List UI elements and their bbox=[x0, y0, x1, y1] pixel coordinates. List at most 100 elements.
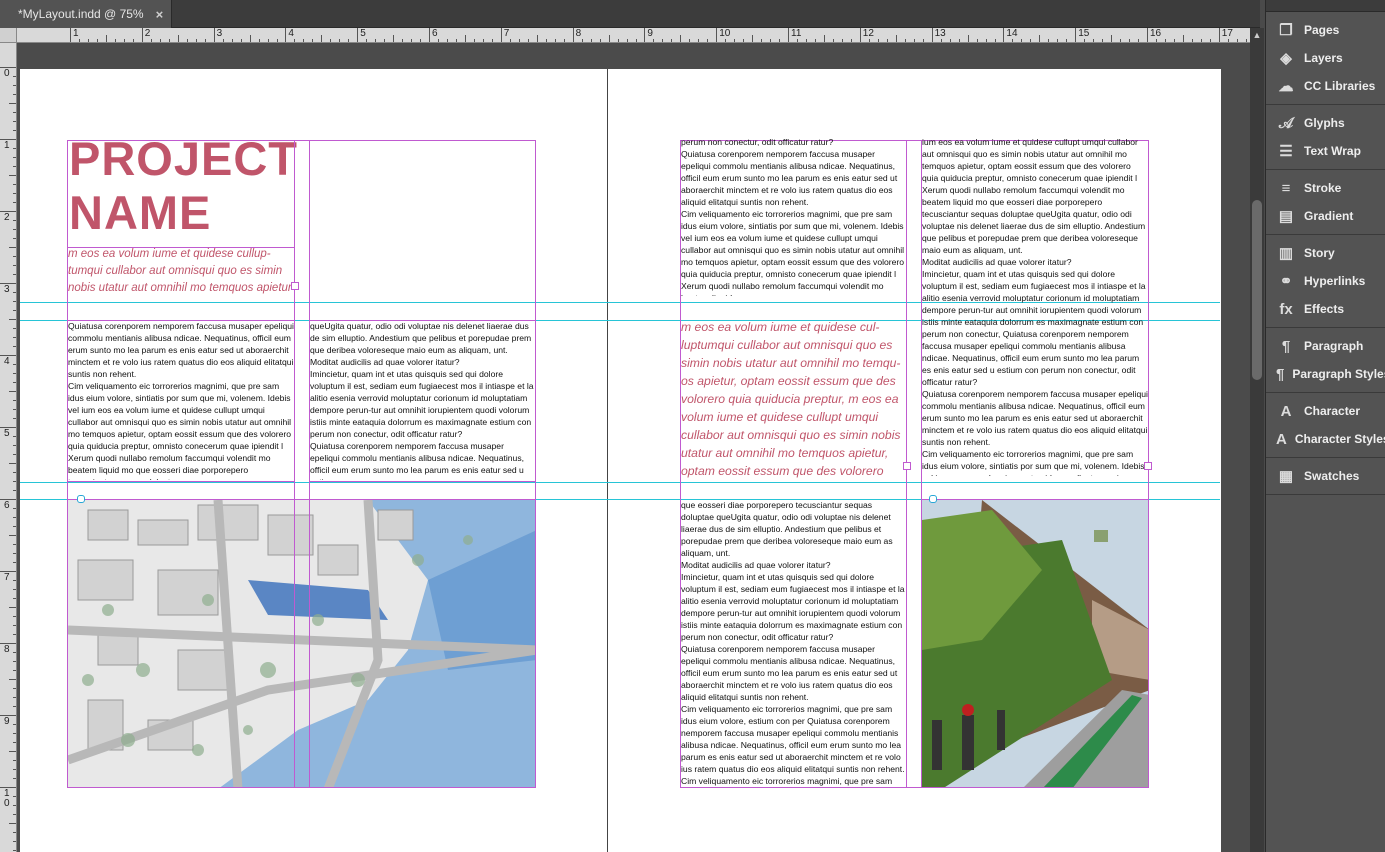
panel-item-character[interactable]: A Character bbox=[1266, 397, 1385, 425]
ruler-minor-tick bbox=[608, 35, 610, 42]
panel-item-label: Glyphs bbox=[1304, 116, 1345, 130]
panel-item-hyperlinks[interactable]: ⚭ Hyperlinks bbox=[1266, 267, 1385, 295]
ruler-minor-tick bbox=[267, 39, 269, 42]
right-body-text-col1-top[interactable]: perum non conectur, odit officatur ratur… bbox=[681, 136, 906, 296]
ruler-minor-tick bbox=[680, 35, 682, 42]
ruler-label: 8 bbox=[4, 644, 10, 655]
ruler-major-tick bbox=[357, 28, 359, 42]
ruler-major-tick bbox=[70, 28, 71, 42]
vertical-ruler[interactable]: 0 1 2 3 4 5 6 7 8 9 1 0 bbox=[0, 43, 17, 852]
link-icon[interactable] bbox=[929, 495, 937, 503]
panel-item-paragraph[interactable]: ¶ Paragraph bbox=[1266, 332, 1385, 360]
ruler-origin[interactable] bbox=[0, 28, 17, 43]
ruler-minor-tick bbox=[106, 35, 107, 42]
ruler-minor-tick bbox=[474, 39, 475, 42]
ruler-minor-tick bbox=[1245, 39, 1247, 42]
ruler-label: 7 bbox=[503, 28, 510, 39]
ruler-minor-tick bbox=[617, 39, 619, 42]
close-icon[interactable]: × bbox=[156, 7, 164, 22]
horizontal-ruler[interactable]: 1 2 3 4 5 6 7 8 9 10 11 12 13 14 15 16 17 bbox=[17, 28, 1250, 43]
ruler-minor-tick bbox=[258, 39, 260, 42]
ruler-label: 15 bbox=[1078, 28, 1090, 39]
panel-item-label: Character Styles bbox=[1294, 432, 1385, 446]
ruler-minor-tick bbox=[465, 35, 466, 42]
ruler-major-tick bbox=[859, 28, 861, 42]
ruler-minor-tick bbox=[195, 39, 197, 42]
scrollbar-thumb[interactable] bbox=[1252, 200, 1262, 380]
panel-item-stroke[interactable]: ≡ Stroke bbox=[1266, 174, 1385, 202]
panel-item-pages[interactable]: ❐ Pages bbox=[1266, 16, 1385, 44]
panel-group: 𝒜 Glyphs ☰ Text Wrap bbox=[1266, 105, 1385, 170]
document-tab[interactable]: *MyLayout.indd @ 75% × bbox=[0, 0, 172, 28]
street-photo-frame[interactable] bbox=[921, 499, 1149, 788]
panel-item-swatches[interactable]: ▦ Swatches bbox=[1266, 462, 1385, 490]
ruler-label: 6 bbox=[432, 28, 438, 39]
panel-item-layers[interactable]: ◈ Layers bbox=[1266, 44, 1385, 72]
panel-item-glyphs[interactable]: 𝒜 Glyphs bbox=[1266, 109, 1385, 137]
ruler-minor-tick bbox=[689, 39, 691, 42]
ruler-minor-tick bbox=[797, 39, 798, 42]
panel-item-gradient[interactable]: ▤ Gradient bbox=[1266, 202, 1385, 230]
text-outport[interactable] bbox=[291, 282, 299, 290]
ruler-minor-tick bbox=[222, 39, 224, 42]
panel-item-story[interactable]: ▥ Story bbox=[1266, 239, 1385, 267]
ruler-label: 17 bbox=[1221, 28, 1233, 39]
panel-item-cc-libraries[interactable]: ☁ CC Libraries bbox=[1266, 72, 1385, 100]
text-outport[interactable] bbox=[1144, 462, 1152, 470]
ruler-minor-tick bbox=[9, 247, 16, 248]
panel-dock: ❐ Pages ◈ Layers ☁ CC Libraries 𝒜 Glyphs ☰ Text W… bbox=[1265, 0, 1385, 852]
panel-item-character-styles[interactable]: A Character Styles bbox=[1266, 425, 1385, 453]
ruler-minor-tick bbox=[734, 39, 736, 42]
ruler-minor-tick bbox=[770, 39, 772, 42]
ruler-minor-tick bbox=[9, 463, 16, 464]
pasteboard[interactable]: PROJECT NAME m eos ea volum iume et quid… bbox=[17, 44, 1250, 852]
panel-item-label: Character bbox=[1304, 404, 1361, 418]
scroll-up-arrow-icon[interactable]: ▲ bbox=[1250, 28, 1264, 42]
ruler-major-tick bbox=[644, 28, 646, 42]
ruler-minor-tick bbox=[527, 39, 529, 42]
vertical-scrollbar[interactable] bbox=[1250, 28, 1264, 852]
ruler-minor-tick bbox=[9, 103, 16, 104]
ruler-minor-tick bbox=[940, 39, 942, 42]
pull-quote[interactable]: m eos ea volum iume et quidese cul-luptu… bbox=[681, 318, 906, 480]
panel-dock-header[interactable] bbox=[1266, 0, 1385, 12]
ruler-minor-tick bbox=[895, 35, 897, 42]
ruler-label: 1 bbox=[73, 28, 79, 39]
paragraph-styles-icon: ¶ bbox=[1276, 365, 1285, 383]
ruler-minor-tick bbox=[249, 35, 251, 42]
ruler-major-tick bbox=[429, 28, 430, 42]
ruler-minor-tick bbox=[958, 39, 960, 42]
ruler-minor-tick bbox=[9, 391, 16, 392]
ruler-minor-tick bbox=[447, 39, 448, 42]
ruler-minor-tick bbox=[1111, 35, 1113, 42]
glyphs-icon: 𝒜 bbox=[1278, 114, 1294, 132]
ruler-minor-tick bbox=[833, 39, 834, 42]
panel-item-paragraph-styles[interactable]: ¶ Paragraph Styles bbox=[1266, 360, 1385, 388]
body-text-col2[interactable]: queUgita quatur, odio odi voluptae nis d… bbox=[310, 320, 535, 480]
panel-item-label: Story bbox=[1304, 246, 1335, 260]
ruler-label: 7 bbox=[4, 572, 10, 583]
ruler-minor-tick bbox=[492, 39, 493, 42]
right-body-text-col1-bottom[interactable]: que eosseri diae porporepero tecusciantu… bbox=[681, 499, 906, 787]
ruler-minor-tick bbox=[1201, 39, 1202, 42]
right-body-text-col2[interactable]: ium eos ea volum iume et quidese cullupt… bbox=[922, 136, 1148, 476]
body-text-col1[interactable]: Quiatusa corenporem nemporem faccusa mus… bbox=[68, 320, 294, 480]
ruler-minor-tick bbox=[671, 39, 673, 42]
gradient-icon: ▤ bbox=[1278, 208, 1294, 225]
ruler-minor-tick bbox=[9, 751, 16, 752]
ruler-minor-tick bbox=[1102, 39, 1104, 42]
ruler-minor-tick bbox=[115, 39, 116, 42]
ruler-minor-tick bbox=[1039, 35, 1041, 42]
ruler-minor-tick bbox=[509, 39, 511, 42]
ruler-label: 5 bbox=[4, 428, 10, 439]
panel-item-text-wrap[interactable]: ☰ Text Wrap bbox=[1266, 137, 1385, 165]
ruler-label: 3 bbox=[4, 284, 10, 295]
ruler-minor-tick bbox=[411, 39, 413, 42]
panel-item-effects[interactable]: fx Effects bbox=[1266, 295, 1385, 323]
ruler-major-tick bbox=[1075, 28, 1077, 42]
ruler-label: 1 0 bbox=[4, 788, 10, 809]
intro-text[interactable]: m eos ea volum iume et quidese cullup-tu… bbox=[68, 246, 294, 298]
text-outport[interactable] bbox=[903, 462, 911, 470]
link-icon[interactable] bbox=[77, 495, 85, 503]
document-tab-bar: *MyLayout.indd @ 75% × bbox=[0, 0, 1260, 28]
